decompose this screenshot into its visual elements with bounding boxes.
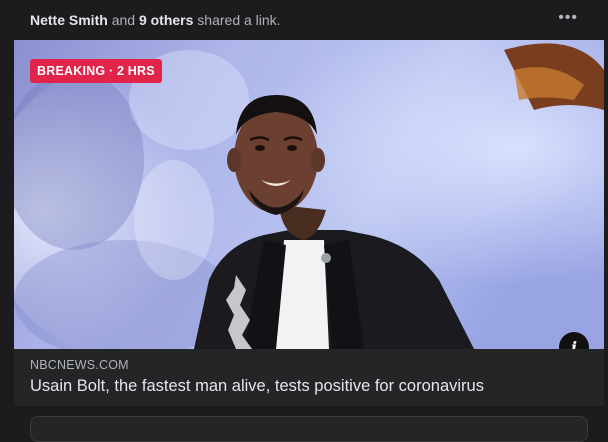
link-preview-card[interactable]: BREAKING · 2 HRS i NBCNEWS.COM Usain Bol…	[14, 40, 604, 406]
link-preview-image[interactable]: BREAKING · 2 HRS i	[14, 40, 604, 349]
share-action-text: shared a link.	[197, 12, 281, 28]
share-line: Nette Smith and 9 others shared a link.	[30, 12, 281, 28]
sharer-name[interactable]: Nette Smith	[30, 12, 108, 28]
photo-illustration	[14, 40, 604, 349]
connector-text: and	[111, 12, 136, 28]
others-link[interactable]: 9 others	[139, 12, 193, 28]
post-header: Nette Smith and 9 others shared a link. …	[0, 0, 608, 40]
link-domain: NBCNEWS.COM	[30, 358, 129, 372]
more-options-icon[interactable]: •••	[558, 9, 578, 27]
link-headline[interactable]: Usain Bolt, the fastest man alive, tests…	[30, 377, 590, 396]
comment-box-edge[interactable]	[30, 416, 588, 442]
breaking-badge: BREAKING · 2 HRS	[30, 59, 162, 83]
